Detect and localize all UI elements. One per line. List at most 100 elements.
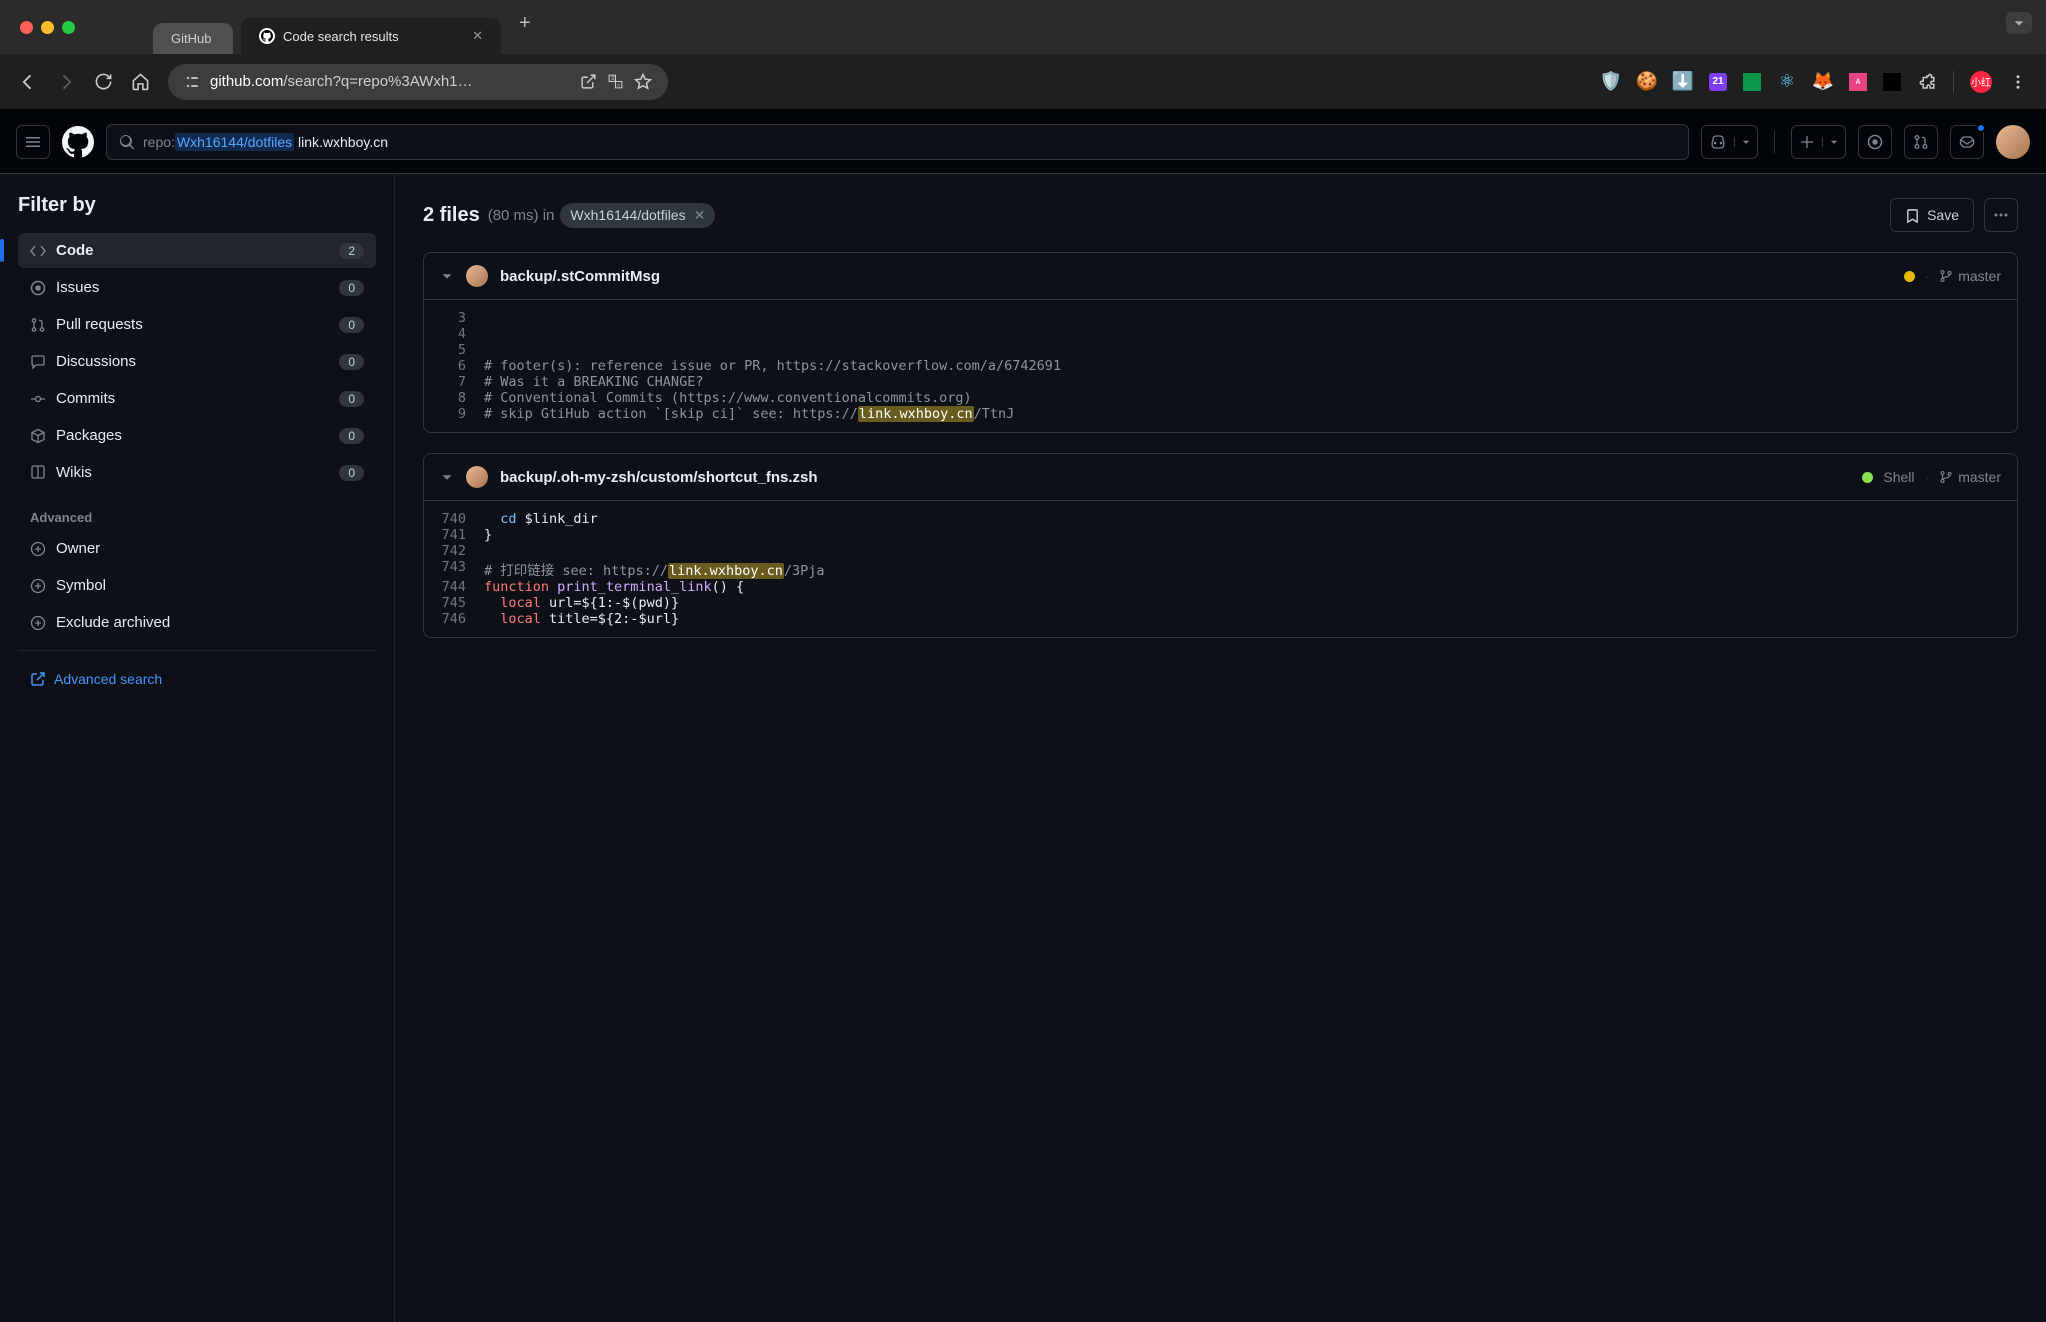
branch-icon <box>1939 470 1953 484</box>
result-header[interactable]: backup/.stCommitMsg · master <box>424 253 2017 300</box>
advanced-search-link[interactable]: Advanced search <box>18 650 376 697</box>
results-main: 2 files (80 ms) in Wxh16144/dotfiles ✕ S… <box>395 174 2046 1322</box>
plus-circle-icon <box>30 615 46 631</box>
github-logo-icon[interactable] <box>62 126 94 158</box>
sidebar-title: Filter by <box>18 194 376 217</box>
extension-icon[interactable]: 🍪 <box>1637 72 1657 92</box>
xiaohongshu-icon[interactable]: 小红 <box>1970 71 1992 93</box>
plus-icon <box>1792 135 1822 149</box>
remove-chip-icon[interactable]: ✕ <box>694 207 706 224</box>
filter-sidebar: Filter by Code 2 Issues 0 Pull requests … <box>0 174 395 1322</box>
search-query: repo:Wxh16144/dotfiles link.wxhboy.cn <box>143 134 388 150</box>
external-link-icon <box>30 671 46 687</box>
file-path-link[interactable]: backup/.stCommitMsg <box>500 268 660 285</box>
extension-icon[interactable] <box>1743 73 1761 91</box>
nav-forward-button[interactable] <box>56 72 76 92</box>
more-options-button[interactable] <box>1984 198 2018 232</box>
close-tab-icon[interactable]: ✕ <box>472 28 483 44</box>
chevron-down-icon[interactable] <box>440 470 454 484</box>
bookmark-star-icon[interactable] <box>634 73 652 91</box>
line-number: 740 <box>424 511 484 527</box>
copilot-button[interactable] <box>1701 125 1758 159</box>
result-header[interactable]: backup/.oh-my-zsh/custom/shortcut_fns.zs… <box>424 454 2017 501</box>
filter-exclude-archived[interactable]: Exclude archived <box>18 605 376 640</box>
filter-discussions[interactable]: Discussions 0 <box>18 344 376 379</box>
file-path-link[interactable]: backup/.oh-my-zsh/custom/shortcut_fns.zs… <box>500 469 818 486</box>
reload-button[interactable] <box>94 72 113 91</box>
pull-requests-button[interactable] <box>1904 125 1938 159</box>
advanced-section-label: Advanced <box>18 504 376 531</box>
branch-label[interactable]: master <box>1939 268 2001 284</box>
filter-wikis[interactable]: Wikis 0 <box>18 455 376 490</box>
code-icon <box>30 243 46 259</box>
branch-label[interactable]: master <box>1939 469 2001 485</box>
commit-icon <box>30 391 46 407</box>
language-dot <box>1862 472 1873 483</box>
filter-label: Wikis <box>56 464 92 481</box>
filter-issues[interactable]: Issues 0 <box>18 270 376 305</box>
calendar-extension-icon[interactable]: 21 <box>1709 73 1727 91</box>
repo-owner-avatar <box>466 265 488 287</box>
site-info-icon[interactable] <box>184 74 200 90</box>
filter-label: Packages <box>56 427 122 444</box>
close-window-button[interactable] <box>20 21 33 34</box>
filter-code[interactable]: Code 2 <box>18 233 376 268</box>
book-icon <box>30 465 46 481</box>
save-search-button[interactable]: Save <box>1890 198 1974 232</box>
create-new-button[interactable] <box>1791 125 1846 159</box>
line-number: 741 <box>424 527 484 543</box>
github-search-input[interactable]: repo:Wxh16144/dotfiles link.wxhboy.cn <box>106 124 1689 160</box>
filter-label: Exclude archived <box>56 614 170 631</box>
extension-icon[interactable]: ᴀ <box>1849 73 1867 91</box>
chevron-down-icon[interactable] <box>1822 137 1845 147</box>
filter-pull-requests[interactable]: Pull requests 0 <box>18 307 376 342</box>
language-label: Shell <box>1883 469 1914 485</box>
filter-commits[interactable]: Commits 0 <box>18 381 376 416</box>
code-snippet[interactable]: 3 4 5 6# footer(s): reference issue or P… <box>424 300 2017 432</box>
browser-toolbar: github.com/search?q=repo%3AWxh1… 文A 🛡️ 🍪… <box>0 54 2046 110</box>
filter-count: 0 <box>339 391 364 407</box>
repo-filter-chip[interactable]: Wxh16144/dotfiles ✕ <box>560 203 715 228</box>
bookmark-icon <box>1905 208 1920 223</box>
github-favicon <box>259 28 275 44</box>
results-timing: (80 ms) in <box>488 207 555 224</box>
window-controls <box>20 21 75 34</box>
extension-icon[interactable]: ⬇️ <box>1673 72 1693 92</box>
line-number: 9 <box>424 406 484 422</box>
filter-symbol[interactable]: Symbol <box>18 568 376 603</box>
notifications-button[interactable] <box>1950 125 1984 159</box>
metamask-icon[interactable]: 🦊 <box>1813 72 1833 92</box>
results-count: 2 files <box>423 204 480 227</box>
filter-packages[interactable]: Packages 0 <box>18 418 376 453</box>
line-number: 7 <box>424 374 484 390</box>
address-bar[interactable]: github.com/search?q=repo%3AWxh1… 文A <box>168 64 668 100</box>
nav-back-button[interactable] <box>18 72 38 92</box>
home-button[interactable] <box>131 72 150 91</box>
filter-owner[interactable]: Owner <box>18 531 376 566</box>
fullscreen-window-button[interactable] <box>62 21 75 34</box>
extensions-puzzle-icon[interactable] <box>1917 72 1937 92</box>
minimize-window-button[interactable] <box>41 21 54 34</box>
issues-button[interactable] <box>1858 125 1892 159</box>
url-domain: github.com <box>210 73 283 90</box>
browser-tab-search-results[interactable]: Code search results ✕ <box>241 18 501 54</box>
chevron-down-icon[interactable] <box>1734 137 1757 147</box>
translate-icon[interactable]: 文A <box>607 73 624 90</box>
tab-overflow-menu[interactable] <box>2006 12 2032 34</box>
chevron-down-icon[interactable] <box>440 269 454 283</box>
new-tab-button[interactable]: + <box>509 12 541 35</box>
react-devtools-icon[interactable]: ⚛ <box>1777 72 1797 92</box>
extension-icon[interactable]: 🛡️ <box>1601 72 1621 92</box>
code-snippet[interactable]: 740 cd $link_dir 741} 742 743# 打印链接 see:… <box>424 501 2017 637</box>
extension-icon[interactable] <box>1883 73 1901 91</box>
line-number: 8 <box>424 390 484 406</box>
browser-tab-github[interactable]: GitHub <box>153 23 233 54</box>
filter-count: 0 <box>339 317 364 333</box>
browser-menu-icon[interactable] <box>2008 72 2028 92</box>
user-avatar[interactable] <box>1996 125 2030 159</box>
open-in-new-icon[interactable] <box>580 73 597 90</box>
nav-menu-button[interactable] <box>16 125 50 159</box>
line-number: 4 <box>424 326 484 342</box>
line-number: 6 <box>424 358 484 374</box>
line-number: 745 <box>424 595 484 611</box>
